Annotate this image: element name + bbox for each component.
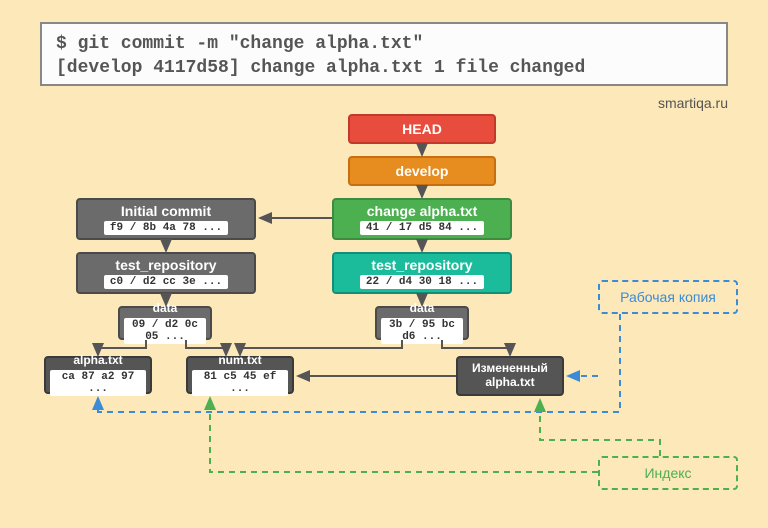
watermark: smartiqa.ru xyxy=(658,95,728,111)
node-changed-alpha-title1: Измененный xyxy=(472,362,548,376)
node-test-repo-right: test_repository 22 / d4 30 18 ... xyxy=(332,252,512,294)
node-test-repo-right-hash: 22 / d4 30 18 ... xyxy=(360,275,484,289)
node-develop-title: develop xyxy=(396,163,449,179)
terminal-line-1: $ git commit -m "change alpha.txt" xyxy=(56,32,712,56)
node-test-repo-left: test_repository c0 / d2 cc 3e ... xyxy=(76,252,256,294)
node-data-right-title: data xyxy=(410,302,435,316)
label-working-copy-text: Рабочая копия xyxy=(620,289,716,305)
node-alpha-txt-hash: ca 87 a2 97 ... xyxy=(50,370,146,396)
node-test-repo-right-title: test_repository xyxy=(371,257,472,273)
node-alpha-txt-title: alpha.txt xyxy=(73,354,122,368)
node-initial-commit: Initial commit f9 / 8b 4a 78 ... xyxy=(76,198,256,240)
node-num-txt: num.txt 81 c5 45 ef ... xyxy=(186,356,294,394)
terminal-box: $ git commit -m "change alpha.txt" [deve… xyxy=(40,22,728,86)
node-change-alpha: change alpha.txt 41 / 17 d5 84 ... xyxy=(332,198,512,240)
node-changed-alpha: Измененный alpha.txt xyxy=(456,356,564,396)
node-head: HEAD xyxy=(348,114,496,144)
node-data-right: data 3b / 95 bc d6 ... xyxy=(375,306,469,340)
node-num-txt-title: num.txt xyxy=(218,354,261,368)
node-alpha-txt: alpha.txt ca 87 a2 97 ... xyxy=(44,356,152,394)
node-initial-commit-title: Initial commit xyxy=(121,203,211,219)
label-index-text: Индекс xyxy=(644,465,691,481)
node-data-left: data 09 / d2 0c 05 ... xyxy=(118,306,212,340)
terminal-line-2: [develop 4117d58] change alpha.txt 1 fil… xyxy=(56,56,712,80)
node-change-alpha-title: change alpha.txt xyxy=(367,203,477,219)
node-data-left-hash: 09 / d2 0c 05 ... xyxy=(124,318,206,344)
node-changed-alpha-title2: alpha.txt xyxy=(485,376,534,390)
node-develop: develop xyxy=(348,156,496,186)
node-num-txt-hash: 81 c5 45 ef ... xyxy=(192,370,288,396)
node-initial-commit-hash: f9 / 8b 4a 78 ... xyxy=(104,221,228,235)
node-head-title: HEAD xyxy=(402,121,442,137)
node-test-repo-left-hash: c0 / d2 cc 3e ... xyxy=(104,275,228,289)
label-working-copy: Рабочая копия xyxy=(598,280,738,314)
node-data-right-hash: 3b / 95 bc d6 ... xyxy=(381,318,463,344)
node-test-repo-left-title: test_repository xyxy=(115,257,216,273)
node-change-alpha-hash: 41 / 17 d5 84 ... xyxy=(360,221,484,235)
label-index: Индекс xyxy=(598,456,738,490)
node-data-left-title: data xyxy=(153,302,178,316)
